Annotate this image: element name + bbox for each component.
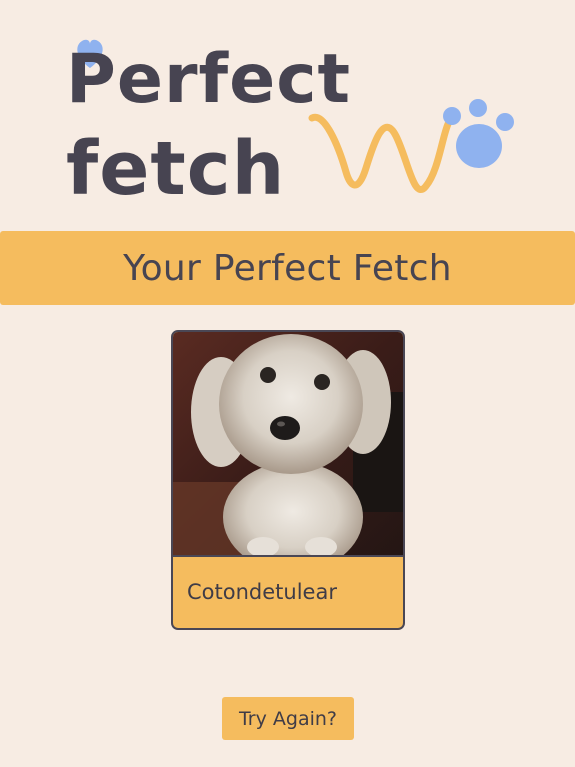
site-logo: Perfect fetch xyxy=(62,26,522,212)
squiggle-decoration xyxy=(308,113,452,193)
breed-name: Cotondetulear xyxy=(187,580,337,604)
result-card: Cotondetulear xyxy=(171,330,405,630)
logo-line-fetch: fetch xyxy=(66,126,285,204)
try-again-button[interactable]: Try Again? xyxy=(222,697,354,740)
paw-print-icon xyxy=(443,99,514,168)
dog-photo xyxy=(173,332,403,557)
result-banner: Your Perfect Fetch xyxy=(0,231,575,305)
logo-line-perfect: Perfect xyxy=(66,40,351,119)
page-title: Your Perfect Fetch xyxy=(123,247,452,289)
